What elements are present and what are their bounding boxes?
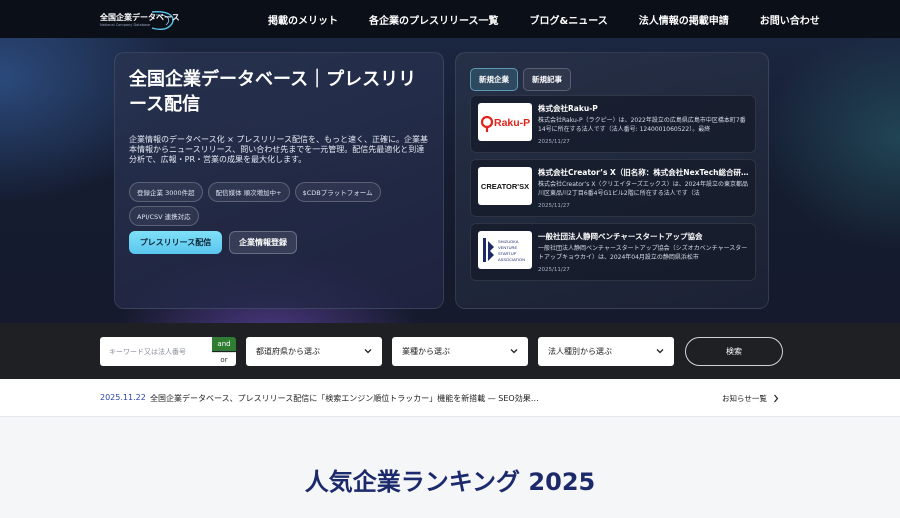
news-item[interactable]: SHIZUOKA VENTURE STARTUP ASSOCIATION 一般社… (470, 223, 756, 281)
svg-text:ASSOCIATION: ASSOCIATION (498, 257, 525, 262)
chevron-down-icon (364, 349, 372, 354)
logo-text: 全国企業データベース (100, 13, 180, 22)
post-date: 2025/11/27 (538, 203, 570, 209)
announcement-date: 2025.11.22 (100, 393, 146, 402)
company-name: 株式会社Raku-P (538, 104, 598, 113)
post-date: 2025/11/27 (538, 139, 570, 145)
industry-select[interactable]: 業種から選ぶ (392, 337, 528, 366)
svg-text:CREATOR'SX: CREATOR'SX (481, 182, 529, 191)
shizuoka-startup-logo-icon: SHIZUOKA VENTURE STARTUP ASSOCIATION (483, 238, 525, 262)
post-date: 2025/11/27 (538, 267, 570, 273)
main-nav: 掲載のメリット 各企業のプレスリリース一覧 ブログ&ニュース 法人情報の掲載申請… (268, 0, 820, 38)
and-toggle[interactable]: and (212, 337, 236, 351)
press-release-button[interactable]: プレスリリース配信 (129, 231, 222, 254)
news-item[interactable]: Raku-P 株式会社Raku-P 株式会社Raku-P（ラクピー）は、2022… (470, 95, 756, 153)
news-tabs: 新規企業 新規記事 (470, 68, 571, 91)
news-list-link[interactable]: お知らせ一覧 (722, 393, 779, 404)
tag-media: 配信媒体 順次増加中+ (207, 182, 290, 202)
tab-new-articles[interactable]: 新規記事 (523, 68, 571, 91)
company-name: 株式会社Creator’s X（旧名称：株式会社NexTech総合研… (538, 168, 749, 177)
company-register-button[interactable]: 企業情報登録 (229, 231, 297, 254)
tag-api: API/CSV 連携対応 (129, 206, 199, 226)
site-header: 全国企業データベース National Company Database 掲載の… (0, 0, 900, 38)
tag-registered-companies: 登録企業 3000件超 (129, 182, 203, 202)
svg-text:Raku-P: Raku-P (494, 117, 530, 129)
announcement-bar: 2025.11.22 全国企業データベース、プレスリリース配信に「検索エンジン順… (0, 379, 900, 417)
chevron-down-icon (656, 349, 664, 354)
search-button[interactable]: 検索 (685, 337, 783, 366)
corp-type-select-label: 法人種別から選ぶ (548, 347, 612, 356)
news-item[interactable]: CREATOR'SX 株式会社Creator’s X（旧名称：株式会社NexTe… (470, 159, 756, 217)
or-toggle[interactable]: or (212, 352, 236, 366)
svg-text:SHIZUOKA: SHIZUOKA (498, 239, 519, 244)
hero-title: 全国企業データベース｜プレスリリース配信 (129, 69, 417, 115)
industry-select-label: 業種から選ぶ (402, 347, 450, 356)
nav-contact[interactable]: お問い合わせ (760, 12, 820, 27)
corp-type-select[interactable]: 法人種別から選ぶ (538, 337, 674, 366)
company-logo: CREATOR'SX (478, 167, 532, 205)
hero-section: 全国企業データベース｜プレスリリース配信 企業情報のデータベース化 × プレスリ… (0, 38, 900, 323)
chevron-down-icon (510, 349, 518, 354)
company-summary: 一般社団法人静岡ベンチャースタートアップ協会（シズオカベンチャースタートアップキ… (538, 245, 748, 261)
company-summary: 株式会社Raku-P（ラクピー）は、2022年設立の広島県広島市中区橋本町7番1… (538, 117, 746, 133)
svg-text:VENTURE: VENTURE (498, 245, 517, 250)
site-logo[interactable]: 全国企業データベース National Company Database (100, 8, 180, 32)
svg-text:STARTUP: STARTUP (498, 251, 517, 256)
company-summary: 株式会社Creator’s X（クリエイターズエックス）は、2024年設立の東京… (538, 181, 748, 197)
announcement-link[interactable]: 全国企業データベース、プレスリリース配信に「検索エンジン順位トラッカー」機能を新… (150, 393, 539, 404)
nav-merits[interactable]: 掲載のメリット (268, 12, 338, 27)
nav-blog-news[interactable]: ブログ&ニュース (530, 12, 608, 27)
news-list-label: お知らせ一覧 (722, 394, 767, 403)
prefecture-select-label: 都道府県から選ぶ (256, 347, 320, 356)
logo-subtext: National Company Database (100, 23, 151, 27)
feature-tags: 登録企業 3000件超 配信媒体 順次増加中+ $CDBプラットフォーム API… (129, 182, 429, 226)
nav-listing-application[interactable]: 法人情報の掲載申請 (639, 12, 729, 27)
ranking-title: 人気企業ランキング 2025 (304, 468, 596, 496)
company-logo: SHIZUOKA VENTURE STARTUP ASSOCIATION (478, 231, 532, 269)
hero-description: 企業情報のデータベース化 × プレスリリース配信を、もっと速く、正確に。企業基本… (129, 135, 428, 164)
nav-press-releases[interactable]: 各企業のプレスリリース一覧 (369, 12, 499, 27)
company-logo: Raku-P (478, 103, 532, 141)
raku-p-logo-icon: Raku-P (480, 115, 530, 132)
creators-x-logo-icon: CREATOR'SX (481, 182, 529, 191)
tab-new-companies[interactable]: 新規企業 (470, 68, 518, 91)
search-bar: and or 都道府県から選ぶ 業種から選ぶ 法人種別から選ぶ 検索 (0, 323, 900, 379)
company-name: 一般社団法人静岡ベンチャースタートアップ協会 (538, 232, 703, 241)
tag-platform: $CDBプラットフォーム (294, 182, 381, 202)
prefecture-select[interactable]: 都道府県から選ぶ (246, 337, 382, 366)
news-panel: 新規企業 新規記事 Raku-P 株式会社Raku-P 株式会社Raku-P（ラ… (455, 52, 769, 309)
hero-card: 全国企業データベース｜プレスリリース配信 企業情報のデータベース化 × プレスリ… (114, 52, 444, 309)
keyword-input[interactable] (100, 337, 212, 366)
chevron-right-icon (773, 394, 779, 403)
